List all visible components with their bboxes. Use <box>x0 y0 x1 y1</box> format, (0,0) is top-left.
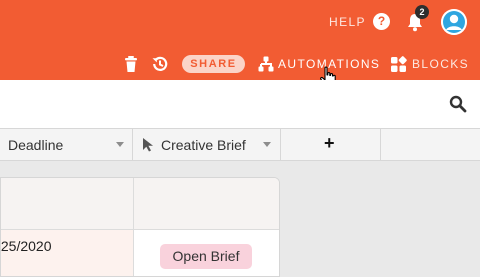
column-label: Deadline <box>8 137 64 153</box>
trash-icon[interactable] <box>124 55 138 73</box>
column-header-deadline[interactable]: Deadline <box>0 129 133 160</box>
notification-badge: 2 <box>415 5 429 19</box>
automations-icon[interactable] <box>258 56 274 72</box>
column-header-creative-brief[interactable]: Creative Brief <box>133 129 281 160</box>
blocks-icon[interactable] <box>390 56 407 73</box>
help-icon[interactable]: ? <box>373 13 390 30</box>
blocks-button[interactable]: BLOCKS <box>412 57 469 71</box>
cursor-field-icon <box>143 138 153 152</box>
view-bar <box>0 80 480 129</box>
help-link[interactable]: HELP <box>329 15 366 29</box>
add-column-cell: + <box>281 129 381 160</box>
deadline-value: /25/2020 <box>0 238 52 254</box>
history-icon[interactable] <box>151 55 169 73</box>
chevron-down-icon[interactable] <box>116 142 124 147</box>
column-label: Creative Brief <box>161 137 246 153</box>
table-row <box>1 178 279 230</box>
avatar[interactable] <box>441 9 467 35</box>
column-divider <box>133 178 134 276</box>
record-grid: /25/2020 Open Brief <box>0 177 280 277</box>
add-column-button[interactable]: + <box>324 133 335 154</box>
search-icon[interactable] <box>449 95 467 113</box>
top-bar: HELP ? 2 SHARE AUTOMATIONS BLOCKS <box>0 0 480 88</box>
column-header-row: Deadline Creative Brief + <box>0 129 480 161</box>
chevron-down-icon[interactable] <box>263 142 271 147</box>
open-brief-button[interactable]: Open Brief <box>160 244 252 269</box>
share-button[interactable]: SHARE <box>182 55 245 73</box>
